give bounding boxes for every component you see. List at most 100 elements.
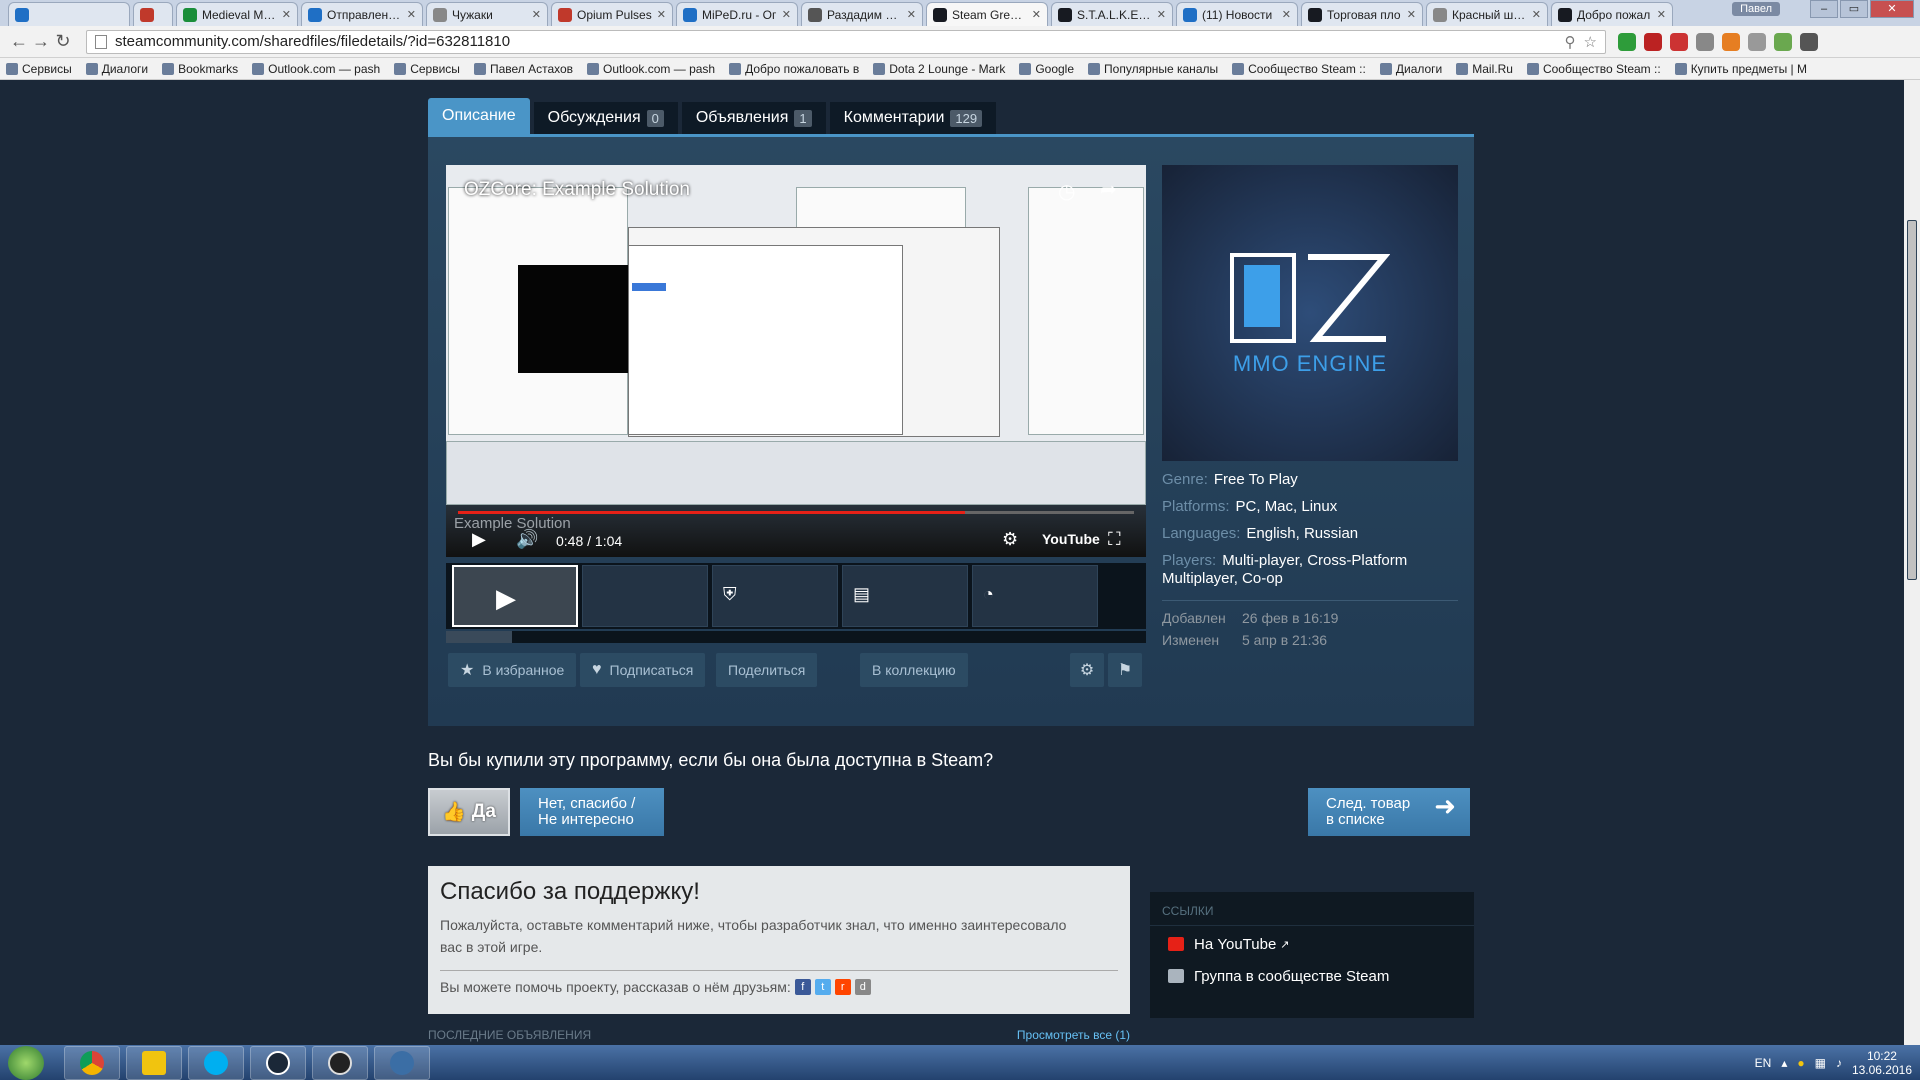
youtube-link[interactable]: На YouTube ↗	[1150, 930, 1474, 958]
tab-close-icon[interactable]: ✕	[1032, 8, 1041, 21]
page-scroll-thumb[interactable]	[1907, 220, 1917, 580]
language-indicator[interactable]: EN	[1755, 1056, 1772, 1070]
browser-tab[interactable]: Торговая пло ✕	[1301, 2, 1423, 26]
bookmark-item[interactable]: Mail.Ru	[1456, 62, 1513, 76]
tab-close-icon[interactable]: ✕	[1532, 8, 1541, 21]
bookmark-item[interactable]: Сообщество Steam ::	[1526, 62, 1661, 76]
bookmark-item[interactable]: Outlook.com — pash	[587, 62, 715, 76]
bookmark-item[interactable]: Dota 2 Lounge - Mark	[873, 62, 1005, 76]
settings-gear-button[interactable]: ⚙	[1070, 653, 1104, 687]
browser-user-chip[interactable]: Павел	[1732, 2, 1780, 16]
thumbnail-screenshot[interactable]: ⛨	[712, 565, 838, 627]
view-all-link[interactable]: Просмотреть все (1)	[1017, 1028, 1130, 1042]
browser-tab[interactable]: Раздадим про ✕	[801, 2, 923, 26]
tab-description[interactable]: Описание	[428, 98, 530, 134]
browser-tab[interactable]	[133, 2, 173, 26]
thumbnail-scrollbar[interactable]	[446, 631, 1146, 643]
thumbnail-scroll-thumb[interactable]	[446, 631, 512, 643]
settings-gear-icon[interactable]: ⚙	[1002, 529, 1018, 550]
tab-close-icon[interactable]: ✕	[282, 8, 291, 21]
menu-icon[interactable]	[1800, 32, 1818, 51]
taskbar-steam[interactable]	[250, 1045, 306, 1080]
start-button[interactable]	[8, 1045, 44, 1080]
thumbnail-screenshot[interactable]: ◔	[972, 565, 1098, 627]
thumbnail-video[interactable]: ▶	[452, 565, 578, 627]
tab-close-icon[interactable]: ✕	[782, 8, 791, 21]
taskbar-qbittorrent[interactable]	[374, 1045, 430, 1080]
back-arrow-icon[interactable]: ←	[8, 31, 30, 52]
tab-close-icon[interactable]: ✕	[1157, 8, 1166, 21]
languages-links[interactable]: English, Russian	[1246, 525, 1358, 542]
play-icon[interactable]: ▶	[472, 529, 486, 550]
bookmark-item[interactable]: Добро пожаловать в	[729, 62, 859, 76]
speaker-icon[interactable]: ♪	[1836, 1056, 1842, 1070]
youtube-logo-icon[interactable]: YouTube	[1042, 531, 1100, 547]
bookmark-item[interactable]: Популярные каналы	[1088, 62, 1218, 76]
taskbar-chrome[interactable]	[64, 1045, 120, 1080]
tray-app-icon[interactable]: ●	[1797, 1056, 1804, 1070]
tab-close-icon[interactable]: ✕	[1282, 8, 1291, 21]
adblock-icon[interactable]	[1670, 32, 1688, 51]
tab-close-icon[interactable]: ✕	[1407, 8, 1416, 21]
bookmark-item[interactable]: Диалоги	[1379, 62, 1442, 76]
bookmark-item[interactable]: Диалоги	[85, 62, 148, 76]
browser-tab[interactable]: Чужаки ✕	[426, 2, 548, 26]
volume-icon[interactable]: 🔊	[516, 529, 538, 550]
network-icon[interactable]: ▦	[1815, 1056, 1826, 1070]
forward-arrow-icon[interactable]: →	[30, 31, 52, 52]
fullscreen-icon[interactable]: ⛶	[1108, 529, 1121, 550]
extension-icon[interactable]	[1774, 32, 1792, 51]
thumbnail-screenshot[interactable]	[582, 565, 708, 627]
thumbnail-screenshot[interactable]: ▤	[842, 565, 968, 627]
bookmark-item[interactable]: Павел Астахов	[473, 62, 573, 76]
extension-icon[interactable]	[1618, 32, 1636, 51]
bookmark-item[interactable]: Сервисы	[394, 62, 460, 76]
digg-icon[interactable]: d	[854, 979, 871, 995]
next-item-button[interactable]: След. товар в списке ➜	[1308, 788, 1470, 836]
browser-tab[interactable]: Добро пожал ✕	[1551, 2, 1673, 26]
taskbar-explorer[interactable]	[126, 1045, 182, 1080]
watch-later-icon[interactable]: ◷	[1058, 179, 1075, 204]
browser-tab[interactable]: Opium Pulses ✕	[551, 2, 673, 26]
browser-tab[interactable]: Красный штат ✕	[1426, 2, 1548, 26]
reddit-icon[interactable]: r	[834, 979, 851, 995]
video-title[interactable]: OZCore: Example Solution	[464, 179, 690, 201]
bookmark-star-icon[interactable]: ☆	[1584, 33, 1597, 51]
bookmark-item[interactable]: Bookmarks	[162, 62, 238, 76]
steam-group-link[interactable]: Группа в сообществе Steam	[1150, 962, 1474, 990]
tab-close-icon[interactable]: ✕	[407, 8, 416, 21]
browser-tab[interactable]: (11) Новости ✕	[1176, 2, 1298, 26]
tab-close-icon[interactable]: ✕	[1657, 8, 1666, 21]
close-window-button[interactable]: ✕	[1870, 0, 1914, 18]
share-icon[interactable]: ➦	[1100, 177, 1117, 202]
taskbar-skype[interactable]	[188, 1045, 244, 1080]
tab-close-icon[interactable]: ✕	[907, 8, 916, 21]
facebook-icon[interactable]: f	[794, 979, 811, 995]
tab-close-icon[interactable]: ✕	[657, 8, 666, 21]
browser-tab[interactable]: MiPeD.ru - Ог ✕	[676, 2, 798, 26]
browser-tab[interactable]: S.T.A.L.K.E.R.: С✕	[1051, 2, 1173, 26]
taskbar-app[interactable]	[312, 1045, 368, 1080]
bookmark-item[interactable]: Сообщество Steam ::	[1232, 62, 1366, 76]
address-bar[interactable]: steamcommunity.com/sharedfiles/filedetai…	[86, 29, 1606, 54]
platforms-links[interactable]: PC, Mac, Linux	[1236, 498, 1338, 515]
favorite-button[interactable]: ★ В избранное	[448, 653, 577, 687]
tab-discussions[interactable]: Обсуждения 0	[533, 102, 678, 134]
vote-yes-button[interactable]: 👍 Да	[428, 788, 510, 836]
tray-expand-icon[interactable]: ▴	[1781, 1056, 1787, 1070]
browser-tab[interactable]	[8, 2, 130, 26]
video-player[interactable]: OZCore: Example Solution ◷ ➦ Example Sol…	[446, 165, 1146, 557]
bookmark-item[interactable]: Outlook.com — pash	[252, 62, 380, 76]
browser-tab[interactable]: Отправленные ✕	[301, 2, 423, 26]
tab-announcements[interactable]: Объявления 1	[681, 102, 826, 134]
report-flag-button[interactable]: ⚑	[1108, 653, 1142, 687]
tab-comments[interactable]: Комментарии 129	[829, 102, 997, 134]
browser-tab[interactable]: Medieval Merc ✕	[176, 2, 298, 26]
bookmark-item[interactable]: Купить предметы | M	[1674, 62, 1807, 76]
extension-icon[interactable]	[1748, 32, 1766, 51]
zoom-icon[interactable]: ⚲	[1565, 33, 1576, 51]
genre-link[interactable]: Free To Play	[1214, 471, 1298, 488]
reload-icon[interactable]: ↻	[52, 31, 74, 52]
page-scrollbar[interactable]	[1904, 80, 1920, 1045]
vote-no-button[interactable]: Нет, спасибо / Не интересно	[520, 788, 664, 836]
